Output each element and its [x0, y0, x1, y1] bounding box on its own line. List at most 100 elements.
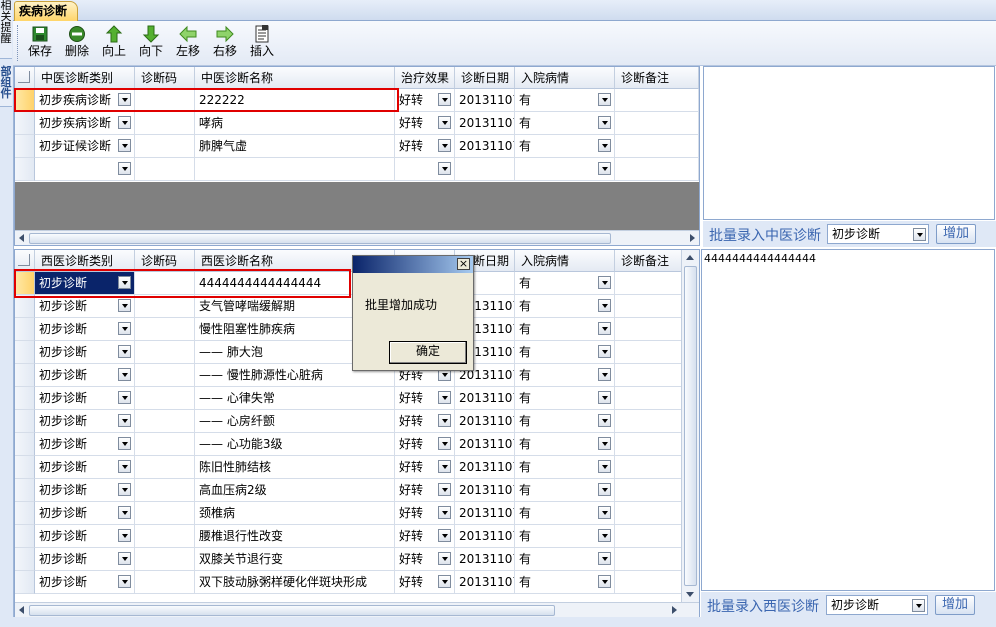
table-cell-effect[interactable]: 好转 — [395, 135, 455, 158]
table-cell-condition[interactable]: 有 — [515, 479, 615, 502]
chevron-down-icon[interactable] — [913, 228, 926, 241]
dialog-title-bar[interactable]: × — [353, 256, 473, 273]
table-cell-effect[interactable]: 好转 — [395, 112, 455, 135]
row-header[interactable] — [15, 571, 35, 594]
chevron-down-icon[interactable] — [912, 599, 925, 612]
table-cell-note[interactable] — [615, 158, 699, 181]
table-cell-condition[interactable] — [515, 158, 615, 181]
table-cell-code[interactable] — [135, 502, 195, 525]
table-cell-date[interactable]: 20131107 — [455, 571, 515, 594]
chevron-down-icon[interactable] — [118, 116, 131, 129]
row-header[interactable] — [15, 456, 35, 479]
table-cell-name[interactable]: —— 心功能3级 — [195, 433, 395, 456]
table-cell-date[interactable] — [455, 158, 515, 181]
dialog-ok-button[interactable]: 确定 — [389, 341, 467, 364]
chevron-down-icon[interactable] — [598, 483, 611, 496]
table-cell-effect[interactable]: 好转 — [395, 525, 455, 548]
table-cell-category[interactable]: 初步诊断 — [35, 318, 135, 341]
table-cell-date[interactable]: 20131107 — [455, 410, 515, 433]
chevron-down-icon[interactable] — [438, 552, 451, 565]
table-cell-note[interactable] — [615, 135, 699, 158]
chevron-down-icon[interactable] — [118, 460, 131, 473]
table-cell-category[interactable]: 初步诊断 — [35, 571, 135, 594]
move-left-button[interactable]: 左移 — [169, 23, 207, 63]
table-cell-category[interactable]: 初步诊断 — [35, 433, 135, 456]
wm_grid-header-code[interactable]: 诊断码 — [135, 250, 195, 272]
table-cell-category[interactable]: 初步证候诊断 — [35, 135, 135, 158]
wm-vertical-scrollbar[interactable] — [681, 250, 699, 602]
tab-disease-diagnosis[interactable]: 疾病诊断 — [14, 1, 79, 21]
table-cell-date[interactable]: 20131107 — [455, 135, 515, 158]
table-cell-name[interactable]: 腰椎退行性改变 — [195, 525, 395, 548]
tcm_grid-header-name[interactable]: 中医诊断名称 — [195, 67, 395, 89]
table-cell-category[interactable] — [35, 158, 135, 181]
row-header[interactable] — [15, 89, 35, 112]
table-cell-name[interactable]: 哮病 — [195, 112, 395, 135]
row-header[interactable] — [15, 135, 35, 158]
tcm_grid-header-code[interactable]: 诊断码 — [135, 67, 195, 89]
move-up-button[interactable]: 向上 — [95, 23, 133, 63]
table-cell-code[interactable] — [135, 456, 195, 479]
row-header[interactable] — [15, 318, 35, 341]
table-cell-effect[interactable]: 好转 — [395, 387, 455, 410]
tcm-horizontal-scrollbar[interactable] — [15, 230, 699, 245]
table-cell-condition[interactable]: 有 — [515, 548, 615, 571]
table-cell-code[interactable] — [135, 525, 195, 548]
table-cell-effect[interactable]: 好转 — [395, 89, 455, 112]
table-cell-category[interactable]: 初步诊断 — [35, 410, 135, 433]
chevron-down-icon[interactable] — [598, 345, 611, 358]
row-header[interactable] — [15, 295, 35, 318]
table-cell-condition[interactable]: 有 — [515, 502, 615, 525]
table-cell-effect[interactable]: 好转 — [395, 548, 455, 571]
table-cell-name[interactable]: 双膝关节退行变 — [195, 548, 395, 571]
chevron-down-icon[interactable] — [438, 460, 451, 473]
save-button[interactable]: 保存 — [21, 23, 59, 63]
chevron-down-icon[interactable] — [118, 529, 131, 542]
chevron-down-icon[interactable] — [438, 162, 451, 175]
table-cell-condition[interactable]: 有 — [515, 89, 615, 112]
table-cell-condition[interactable]: 有 — [515, 571, 615, 594]
table-cell-effect[interactable]: 好转 — [395, 456, 455, 479]
tcm_grid-header-condition[interactable]: 入院病情 — [515, 67, 615, 89]
chevron-down-icon[interactable] — [598, 506, 611, 519]
row-header[interactable] — [15, 387, 35, 410]
chevron-down-icon[interactable] — [118, 575, 131, 588]
tcm-scroll-thumb[interactable] — [29, 233, 611, 244]
table-cell-category[interactable]: 初步诊断 — [35, 295, 135, 318]
row-header[interactable] — [15, 525, 35, 548]
chevron-down-icon[interactable] — [118, 506, 131, 519]
chevron-down-icon[interactable] — [438, 483, 451, 496]
tcm-add-button[interactable]: 增加 — [936, 224, 976, 244]
side-tab-components[interactable]: 部组件 — [0, 66, 12, 107]
table-cell-effect[interactable]: 好转 — [395, 433, 455, 456]
chevron-down-icon[interactable] — [598, 552, 611, 565]
wm_grid-header-condition[interactable]: 入院病情 — [515, 250, 615, 272]
table-cell-effect[interactable]: 好转 — [395, 479, 455, 502]
table-cell-code[interactable] — [135, 112, 195, 135]
table-cell-date[interactable]: 20131107 — [455, 502, 515, 525]
chevron-down-icon[interactable] — [598, 391, 611, 404]
table-cell-condition[interactable]: 有 — [515, 433, 615, 456]
chevron-down-icon[interactable] — [598, 437, 611, 450]
table-cell-category[interactable]: 初步诊断 — [35, 525, 135, 548]
table-cell-name[interactable] — [195, 158, 395, 181]
chevron-down-icon[interactable] — [118, 437, 131, 450]
wm-horizontal-scrollbar[interactable] — [15, 602, 699, 617]
chevron-down-icon[interactable] — [598, 368, 611, 381]
table-cell-code[interactable] — [135, 135, 195, 158]
table-cell-condition[interactable]: 有 — [515, 410, 615, 433]
row-header[interactable] — [15, 433, 35, 456]
wm-add-button[interactable]: 增加 — [935, 595, 975, 615]
chevron-down-icon[interactable] — [438, 437, 451, 450]
table-cell-effect[interactable]: 好转 — [395, 571, 455, 594]
row-header[interactable] — [15, 112, 35, 135]
insert-button[interactable]: 插入 — [243, 23, 281, 63]
table-cell-code[interactable] — [135, 571, 195, 594]
table-cell-date[interactable]: 20131107 — [455, 525, 515, 548]
dialog-close-button[interactable]: × — [457, 258, 470, 270]
chevron-down-icon[interactable] — [598, 139, 611, 152]
delete-button[interactable]: 删除 — [58, 23, 96, 63]
chevron-down-icon[interactable] — [438, 506, 451, 519]
table-cell-category[interactable]: 初步诊断 — [35, 502, 135, 525]
chevron-down-icon[interactable] — [118, 345, 131, 358]
